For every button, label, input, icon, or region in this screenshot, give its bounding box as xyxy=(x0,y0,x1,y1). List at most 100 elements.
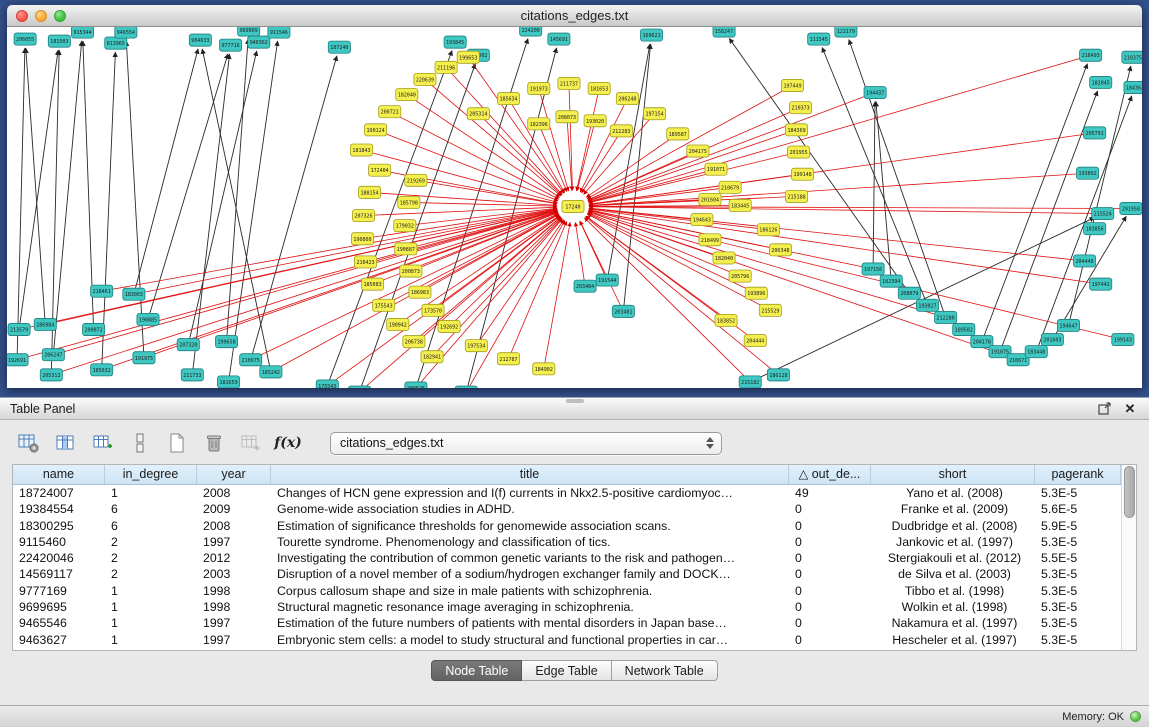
cell-name: 18724007 xyxy=(13,485,105,501)
svg-text:182396: 182396 xyxy=(530,122,548,128)
table-row[interactable]: 977716911998Corpus callosum shape and si… xyxy=(13,583,1121,599)
svg-text:904633: 904633 xyxy=(191,38,209,44)
cell-out_degree: 49 xyxy=(789,485,871,501)
column-header-year[interactable]: year xyxy=(197,465,271,484)
svg-text:911546: 911546 xyxy=(270,30,288,36)
svg-text:200873: 200873 xyxy=(402,269,420,275)
column-header-in_degree[interactable]: in_degree xyxy=(105,465,197,484)
svg-text:220639: 220639 xyxy=(416,77,434,83)
svg-text:175543: 175543 xyxy=(318,384,336,388)
zoom-window-button[interactable] xyxy=(54,10,66,22)
close-window-button[interactable] xyxy=(16,10,28,22)
new-table-icon[interactable] xyxy=(164,431,190,455)
cell-year: 1997 xyxy=(197,615,271,631)
cell-short: Franke et al. (2009) xyxy=(871,501,1035,517)
svg-text:218493: 218493 xyxy=(1082,53,1100,59)
cell-title: Corpus callosum shape and size in male p… xyxy=(271,583,789,599)
cell-name: 9699695 xyxy=(13,599,105,615)
tab-node-table[interactable]: Node Table xyxy=(431,660,522,681)
cell-short: Tibbo et al. (1998) xyxy=(871,583,1035,599)
citation-network-graph[interactable]: 1724020605518150391534481396594655490463… xyxy=(7,27,1142,388)
svg-text:206055: 206055 xyxy=(16,37,34,43)
table-scrollbar[interactable] xyxy=(1121,465,1136,650)
table-row[interactable]: 1872400712008Changes of HCN gene express… xyxy=(13,485,1121,501)
table-row[interactable]: 946362711997Embryonic stem cells: a mode… xyxy=(13,632,1121,648)
svg-text:17240: 17240 xyxy=(565,205,580,211)
svg-text:182941: 182941 xyxy=(423,355,441,361)
svg-text:183856: 183856 xyxy=(1086,227,1104,233)
cell-short: Wolkin et al. (1998) xyxy=(871,599,1035,615)
table-mode-icon[interactable] xyxy=(16,431,42,455)
svg-text:183445: 183445 xyxy=(731,203,749,209)
cell-in_degree: 2 xyxy=(105,534,197,550)
svg-text:183003: 183003 xyxy=(125,292,143,298)
table-row[interactable]: 1938455462009Genome-wide association stu… xyxy=(13,501,1121,517)
network-view-canvas[interactable]: 1724020605518150391534481396594655490463… xyxy=(7,27,1142,388)
table-selector-dropdown[interactable]: citations_edges.txt xyxy=(330,432,722,455)
cell-name: 9463627 xyxy=(13,632,105,648)
table-row[interactable]: 969969511998Structural magnetic resonanc… xyxy=(13,599,1121,615)
cell-out_degree: 0 xyxy=(789,518,871,534)
svg-text:181659: 181659 xyxy=(220,380,238,386)
delete-table-icon[interactable] xyxy=(201,431,227,455)
svg-text:191544: 191544 xyxy=(598,278,616,284)
svg-text:208079: 208079 xyxy=(900,291,918,297)
cell-name: 9115460 xyxy=(13,534,105,550)
column-header-short[interactable]: short xyxy=(871,465,1035,484)
svg-text:203481: 203481 xyxy=(614,309,632,315)
svg-text:190942: 190942 xyxy=(389,322,407,328)
cell-year: 2009 xyxy=(197,501,271,517)
function-builder-icon[interactable]: f(x) xyxy=(275,431,301,455)
scrollbar-thumb[interactable] xyxy=(1124,466,1135,518)
svg-text:210373: 210373 xyxy=(792,106,810,112)
svg-text:193896: 193896 xyxy=(747,291,765,297)
import-table-icon[interactable] xyxy=(238,431,264,455)
column-header-name[interactable]: name xyxy=(13,465,105,484)
splitter-grip[interactable] xyxy=(566,399,584,403)
cell-title: Changes of HCN gene expression and I(f) … xyxy=(271,485,789,501)
float-panel-icon[interactable] xyxy=(1095,401,1113,417)
svg-text:186983: 186983 xyxy=(411,290,429,296)
tab-edge-table[interactable]: Edge Table xyxy=(522,660,611,681)
close-panel-icon[interactable]: ✕ xyxy=(1121,401,1139,417)
column-header-title[interactable]: title xyxy=(271,465,789,484)
svg-text:205796: 205796 xyxy=(731,274,749,280)
svg-text:182040: 182040 xyxy=(715,256,733,262)
minimize-window-button[interactable] xyxy=(35,10,47,22)
svg-text:184902: 184902 xyxy=(535,367,553,373)
create-column-icon[interactable] xyxy=(90,431,116,455)
column-header-pagerank[interactable]: pagerank xyxy=(1035,465,1121,484)
cell-year: 1997 xyxy=(197,534,271,550)
svg-text:186128: 186128 xyxy=(769,373,787,379)
cell-out_degree: 0 xyxy=(789,566,871,582)
svg-text:199653: 199653 xyxy=(459,55,477,61)
svg-text:210679: 210679 xyxy=(721,185,739,191)
svg-text:197154: 197154 xyxy=(646,112,664,118)
svg-text:181503: 181503 xyxy=(50,39,68,45)
cell-name: 9465546 xyxy=(13,615,105,631)
table-row[interactable]: 2242004622012Investigating the contribut… xyxy=(13,550,1121,566)
table-row[interactable]: 1830029562008Estimation of significance … xyxy=(13,518,1121,534)
dropdown-arrows-icon xyxy=(706,437,717,449)
window-titlebar[interactable]: citations_edges.txt xyxy=(7,5,1142,27)
node-table: namein_degreeyeartitle△ out_de...shortpa… xyxy=(12,464,1137,651)
svg-text:145691: 145691 xyxy=(550,37,568,43)
table-row[interactable]: 946554611997Estimation of the future num… xyxy=(13,615,1121,631)
svg-text:173570: 173570 xyxy=(424,308,442,314)
table-row[interactable]: 911546021997Tourette syndrome. Phenomeno… xyxy=(13,534,1121,550)
cytoscape-application: citations_edges.txt 17240206055181503915… xyxy=(0,0,1149,727)
svg-text:194647: 194647 xyxy=(1059,323,1077,329)
show-columns-icon[interactable] xyxy=(53,431,79,455)
cell-name: 14569117 xyxy=(13,566,105,582)
svg-text:201958: 201958 xyxy=(1122,207,1140,213)
table-row[interactable]: 1456911722003Disruption of a novel membe… xyxy=(13,566,1121,582)
tab-network-table[interactable]: Network Table xyxy=(612,660,718,681)
svg-text:181843: 181843 xyxy=(352,148,370,154)
svg-text:190885: 190885 xyxy=(139,317,157,323)
delete-columns-icon[interactable] xyxy=(127,431,153,455)
cell-pagerank: 5.3E-5 xyxy=(1035,485,1121,501)
svg-text:185083: 185083 xyxy=(364,282,382,288)
svg-text:219269: 219269 xyxy=(407,178,425,184)
svg-text:199658: 199658 xyxy=(217,340,235,346)
column-header-out_degree[interactable]: △ out_de... xyxy=(789,465,871,484)
